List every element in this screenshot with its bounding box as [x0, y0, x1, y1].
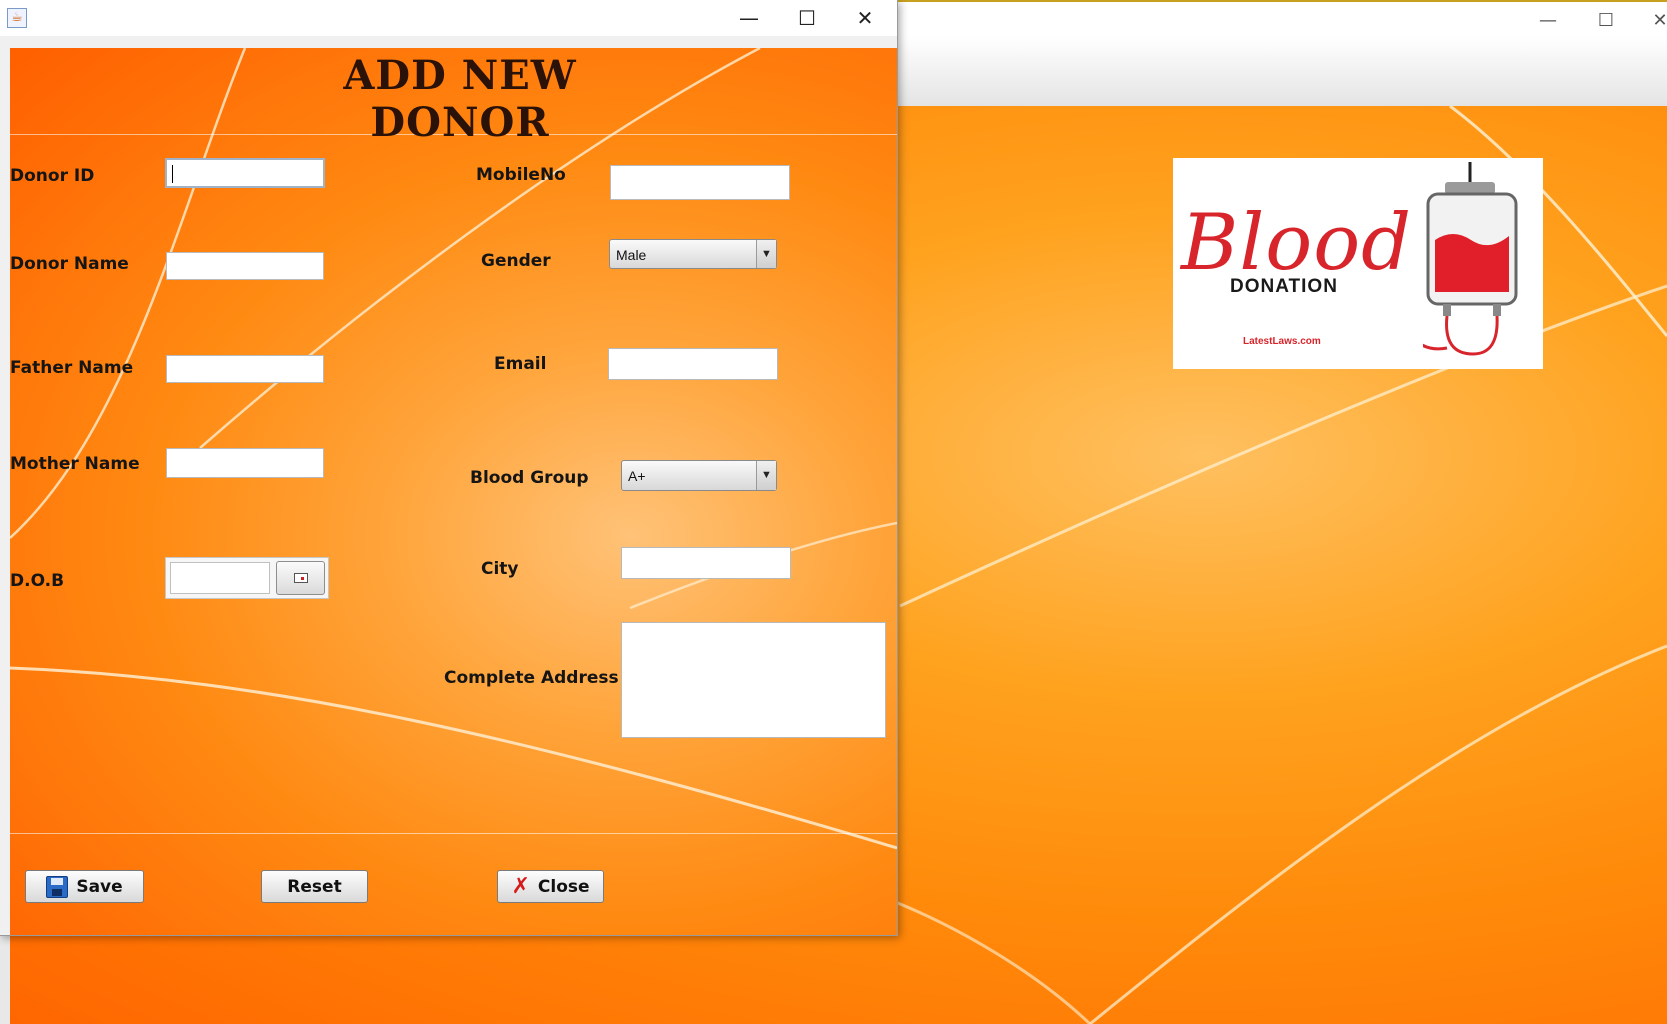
main-close-button[interactable]: ✕	[1640, 10, 1667, 31]
dialog-maximize-button[interactable]: ☐	[784, 4, 830, 32]
logo-site-text: LatestLaws.com	[1243, 336, 1321, 347]
floppy-disk-icon	[46, 875, 69, 898]
chevron-down-icon[interactable]: ▼	[756, 240, 776, 268]
form-title: ADD NEW DONOR	[343, 52, 577, 146]
gender-selected-value: Male	[616, 247, 647, 263]
reset-button[interactable]: Reset	[261, 870, 368, 903]
dialog-left-border	[0, 36, 10, 935]
dob-picker-button[interactable]	[276, 561, 325, 595]
donor-id-label: Donor ID	[10, 166, 95, 186]
father-name-input[interactable]	[166, 355, 324, 383]
dob-date-chooser	[165, 557, 329, 599]
dialog-top-border	[0, 36, 897, 48]
main-maximize-button[interactable]: ☐	[1586, 10, 1626, 31]
java-app-icon: ☕	[7, 8, 27, 28]
donor-name-input[interactable]	[166, 252, 324, 280]
close-button-label: Close	[537, 876, 590, 897]
donor-id-input[interactable]	[165, 158, 325, 188]
mother-name-input[interactable]	[166, 448, 324, 478]
blood-group-select[interactable]: A+ ▼	[621, 460, 777, 491]
city-input[interactable]	[621, 547, 791, 579]
add-donor-dialog: ☕ — ☐ ✕ ADD NEW DONOR Donor ID Donor Nam…	[0, 0, 898, 936]
donor-name-label: Donor Name	[10, 254, 129, 274]
blood-donation-logo: Blood DONATION LatestLaws.com	[1173, 158, 1543, 369]
gender-label: Gender	[481, 251, 551, 271]
dialog-minimize-button[interactable]: —	[726, 4, 772, 32]
close-button[interactable]: ✗ Close	[497, 870, 604, 903]
dialog-close-button[interactable]: ✕	[842, 4, 888, 32]
logo-subtitle: DONATION	[1230, 276, 1338, 297]
dob-input[interactable]	[170, 562, 270, 594]
address-label: Complete Address	[444, 668, 619, 688]
save-button-label: Save	[76, 876, 123, 897]
email-label: Email	[494, 354, 547, 374]
blood-group-label: Blood Group	[470, 468, 589, 488]
blood-bag-icon	[1423, 162, 1518, 356]
mobile-label: MobileNo	[476, 165, 566, 185]
main-minimize-button[interactable]: —	[1528, 10, 1568, 31]
gender-select[interactable]: Male ▼	[609, 239, 777, 269]
mobile-input[interactable]	[610, 165, 790, 200]
dialog-titlebar: ☕ — ☐ ✕	[0, 0, 897, 36]
calendar-icon	[294, 573, 308, 583]
mother-name-label: Mother Name	[10, 454, 140, 474]
button-bar-separator	[10, 833, 897, 834]
email-input[interactable]	[608, 348, 778, 380]
blood-group-selected-value: A+	[628, 468, 646, 484]
city-label: City	[481, 559, 519, 579]
address-textarea[interactable]	[621, 622, 886, 738]
save-button[interactable]: Save	[25, 870, 144, 903]
chevron-down-icon[interactable]: ▼	[756, 461, 776, 490]
reset-button-label: Reset	[287, 876, 342, 897]
logo-script-text: Blood	[1181, 198, 1413, 288]
father-name-label: Father Name	[10, 358, 134, 378]
red-x-icon: ✗	[511, 873, 530, 899]
text-caret	[172, 165, 173, 183]
dob-label: D.O.B	[10, 571, 65, 591]
